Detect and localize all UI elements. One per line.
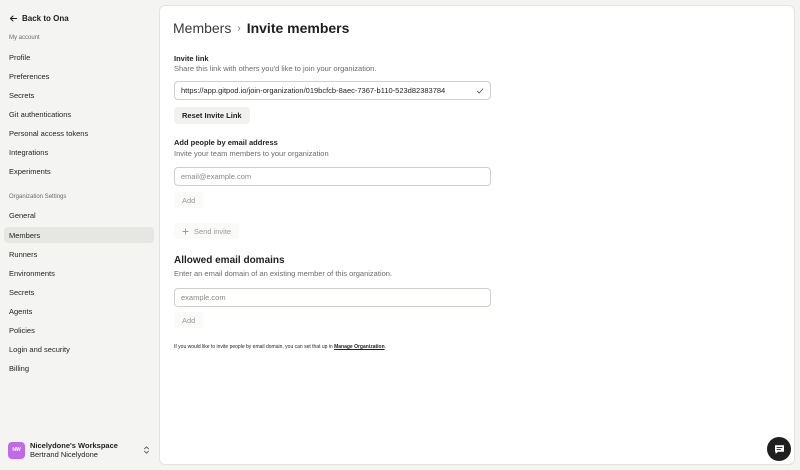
chat-icon — [774, 444, 784, 454]
sidebar-item-billing[interactable]: Billing — [4, 360, 154, 376]
back-link[interactable]: Back to Ona — [9, 12, 69, 24]
sidebar-item-label: Secrets — [9, 287, 35, 297]
sidebar-item-label: Personal access tokens — [9, 128, 89, 138]
sidebar-item-label: Runners — [9, 249, 38, 259]
invite-link-title: Invite link — [174, 54, 209, 63]
domain-input[interactable] — [174, 288, 491, 307]
email-invite-title: Add people by email address — [174, 138, 278, 147]
allowed-domains-title: Allowed email domains — [174, 255, 285, 266]
sidebar-item-label: Experiments — [9, 166, 51, 176]
breadcrumb: Members › Invite members — [173, 19, 349, 37]
sidebar-item-environments[interactable]: Environments — [4, 265, 154, 281]
chat-button[interactable] — [767, 437, 791, 461]
footnote-suffix: . — [384, 344, 387, 350]
sidebar-item-profile[interactable]: Profile — [4, 49, 154, 65]
invite-link-description: Share this link with others you'd like t… — [174, 64, 377, 73]
my-account-heading: My account — [9, 35, 40, 41]
sidebar-item-label: Git authentications — [9, 109, 72, 119]
manage-organization-link[interactable]: Manage Organization — [334, 344, 385, 350]
sidebar-item-label: Environments — [9, 268, 55, 278]
sidebar-item-login-and-security[interactable]: Login and security — [4, 341, 154, 357]
chevron-up-down-icon — [144, 446, 149, 454]
sidebar-item-label: Login and security — [9, 344, 70, 354]
sidebar-item-policies[interactable]: Policies — [4, 322, 154, 338]
sidebar-item-label: Profile — [9, 52, 31, 62]
invite-link-field[interactable]: https://app.gitpod.io/join-organization/… — [174, 81, 491, 100]
sidebar-item-org-secrets[interactable]: Secrets — [4, 284, 154, 300]
workspace-name: Nicelydone's Workspace — [30, 441, 118, 450]
sidebar-item-experiments[interactable]: Experiments — [4, 163, 154, 179]
workspace-avatar: NW — [8, 441, 25, 459]
footnote-text: If you would like to invite people by em… — [174, 344, 335, 350]
sidebar-item-label: Members — [9, 230, 41, 240]
allowed-domains-description: Enter an email domain of an existing mem… — [174, 269, 393, 278]
sidebar-item-personal-access-tokens[interactable]: Personal access tokens — [4, 125, 154, 141]
email-input[interactable] — [174, 167, 491, 186]
add-domain-button[interactable]: Add — [174, 312, 204, 328]
sidebar-item-git-authentications[interactable]: Git authentications — [4, 106, 154, 122]
sidebar-item-label: Policies — [9, 325, 35, 335]
footnote: If you would like to invite people by em… — [174, 344, 386, 350]
sidebar-item-members[interactable]: Members — [4, 227, 154, 243]
send-invite-label: Send invite — [194, 226, 232, 236]
breadcrumb-members-link[interactable]: Members — [173, 20, 231, 36]
sidebar-item-runners[interactable]: Runners — [4, 246, 154, 262]
sidebar-item-account-secrets[interactable]: Secrets — [4, 87, 154, 103]
sidebar-item-label: General — [9, 210, 36, 220]
sidebar-item-label: Billing — [9, 363, 30, 373]
plus-icon — [182, 227, 189, 235]
page-title: Invite members — [246, 20, 350, 36]
sidebar-item-general[interactable]: General — [4, 207, 154, 223]
chevron-right-icon: › — [237, 22, 241, 34]
invite-link-url: https://app.gitpod.io/join-organization/… — [181, 86, 446, 95]
organization-settings-heading: Organization Settings — [9, 194, 67, 200]
sidebar-item-label: Secrets — [9, 90, 35, 100]
sidebar: Back to Ona My account Profile Preferenc… — [0, 0, 159, 470]
arrow-left-icon — [9, 14, 18, 22]
sidebar-item-label: Integrations — [9, 147, 49, 157]
main-panel: Members › Invite members Invite link Sha… — [159, 5, 795, 465]
send-invite-button[interactable]: Send invite — [174, 223, 240, 239]
check-icon — [476, 88, 484, 93]
workspace-user: Bertrand Nicelydone — [30, 450, 98, 459]
sidebar-item-preferences[interactable]: Preferences — [4, 68, 154, 84]
sidebar-item-integrations[interactable]: Integrations — [4, 144, 154, 160]
workspace-switcher[interactable]: NW Nicelydone's Workspace Bertrand Nicel… — [8, 440, 152, 460]
add-email-button[interactable]: Add — [174, 192, 204, 208]
sidebar-item-agents[interactable]: Agents — [4, 303, 154, 319]
reset-invite-link-button[interactable]: Reset Invite Link — [174, 107, 250, 124]
sidebar-item-label: Agents — [9, 306, 33, 316]
back-link-label: Back to Ona — [22, 13, 69, 23]
email-invite-description: Invite your team members to your organiz… — [174, 149, 329, 158]
sidebar-item-label: Preferences — [9, 71, 50, 81]
